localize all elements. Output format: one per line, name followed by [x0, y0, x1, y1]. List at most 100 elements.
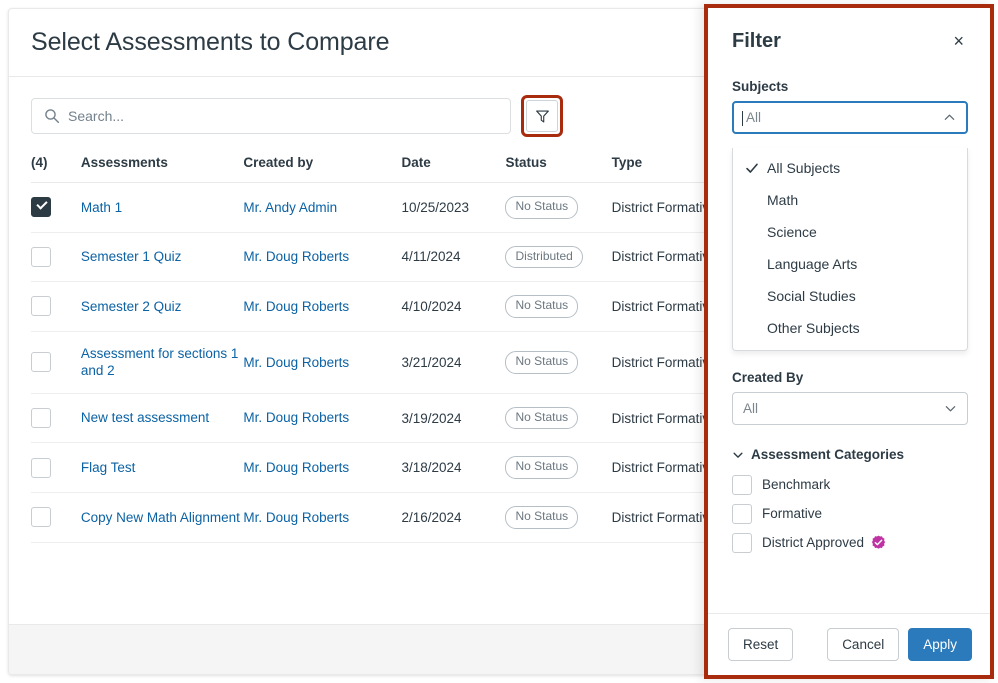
row-checkbox[interactable]	[31, 296, 51, 317]
category-checkbox[interactable]	[732, 532, 752, 553]
category-label: District Approved	[762, 535, 865, 550]
subjects-combobox[interactable]: All	[732, 101, 968, 134]
row-checkbox[interactable]	[31, 246, 51, 267]
assessment-name-cell: Semester 1 Quiz	[80, 232, 244, 283]
subjects-option-label: Math	[767, 192, 799, 208]
subjects-option-label: All Subjects	[767, 160, 841, 176]
district-approved-icon	[871, 535, 886, 550]
row-checkbox-cell	[31, 442, 81, 494]
subjects-option-label: Social Studies	[767, 288, 856, 304]
subjects-option[interactable]: Language Arts	[733, 248, 967, 280]
status-badge: No Status	[505, 196, 579, 219]
chevron-down-icon	[732, 449, 744, 461]
screen: Select Assessments to Compare Search... …	[0, 0, 998, 683]
status-badge: No Status	[505, 295, 579, 318]
column-header-date[interactable]: Date	[401, 151, 506, 183]
column-header-count: (4)	[31, 151, 81, 183]
filter-button[interactable]	[526, 100, 558, 132]
assessment-categories-group: Assessment Categories Benchmark Formative…	[732, 447, 968, 557]
filter-panel-body: Subjects All All Subjects Math Science Lang…	[708, 53, 990, 613]
row-checkbox-cell	[31, 232, 81, 283]
assessment-name-link[interactable]: Copy New Math Alignment	[81, 509, 240, 527]
close-icon[interactable]: ×	[949, 30, 968, 52]
column-header-status[interactable]: Status	[505, 151, 612, 183]
assessment-categories-list: Benchmark Formative District Approved	[732, 470, 968, 557]
category-label: Formative	[762, 506, 823, 521]
footer-actions: Cancel Apply	[827, 628, 972, 661]
created-by-label: Created By	[732, 370, 804, 385]
status-badge: Distributed	[505, 245, 583, 269]
assessment-name-cell: Math 1	[80, 182, 244, 233]
created-by-cell: Mr. Doug Roberts	[243, 442, 402, 494]
assessment-name-cell: Flag Test	[80, 442, 244, 494]
subjects-label: Subjects	[732, 79, 789, 94]
cancel-button[interactable]: Cancel	[827, 628, 900, 661]
date-cell: 3/21/2024	[401, 331, 506, 394]
filter-panel-header: Filter ×	[708, 8, 990, 53]
assessment-name-link[interactable]: Flag Test	[81, 459, 136, 477]
created-by-combobox[interactable]: All	[732, 392, 968, 425]
status-cell: No Status	[505, 331, 612, 394]
created-by-cell: Mr. Doug Roberts	[243, 232, 402, 283]
category-checkbox[interactable]	[732, 474, 752, 495]
created-by-link[interactable]: Mr. Doug Roberts	[243, 248, 349, 266]
row-checkbox-cell	[31, 182, 81, 233]
row-checkbox-cell	[31, 492, 81, 543]
status-cell: Distributed	[505, 232, 612, 283]
subjects-field: Subjects All	[732, 79, 968, 134]
subjects-option-label: Science	[767, 224, 817, 240]
category-row[interactable]: Formative	[732, 499, 968, 528]
assessment-categories-toggle[interactable]: Assessment Categories	[732, 447, 968, 462]
status-cell: No Status	[505, 492, 612, 543]
assessment-name-link[interactable]: New test assessment	[81, 409, 209, 427]
category-checkbox[interactable]	[732, 503, 752, 524]
row-checkbox-cell	[31, 331, 81, 394]
chevron-up-icon	[943, 111, 956, 124]
subjects-option[interactable]: Social Studies	[733, 280, 967, 312]
assessment-name-link[interactable]: Math 1	[81, 199, 122, 217]
category-label: Benchmark	[762, 477, 831, 492]
search-input[interactable]	[68, 108, 510, 124]
column-header-assessments[interactable]: Assessments	[80, 151, 244, 183]
created-by-cell: Mr. Doug Roberts	[243, 492, 402, 543]
created-by-link[interactable]: Mr. Andy Admin	[243, 199, 337, 217]
check-icon	[745, 161, 759, 175]
assessment-name-link[interactable]: Semester 2 Quiz	[81, 298, 182, 316]
category-row[interactable]: Benchmark	[732, 470, 968, 499]
created-by-cell: Mr. Doug Roberts	[243, 393, 402, 444]
assessment-name-link[interactable]: Assessment for sections 1 and 2	[81, 345, 244, 380]
assessment-name-cell: Copy New Math Alignment	[80, 492, 244, 543]
row-checkbox-cell	[31, 281, 81, 332]
reset-button[interactable]: Reset	[728, 628, 794, 661]
filter-panel-footer: Reset Cancel Apply	[708, 613, 990, 675]
status-cell: No Status	[505, 442, 612, 494]
column-header-created-by[interactable]: Created by	[243, 151, 402, 183]
row-checkbox[interactable]	[31, 457, 51, 478]
subjects-option[interactable]: All Subjects	[733, 152, 967, 184]
search-box[interactable]	[31, 98, 511, 134]
created-by-value: All	[743, 401, 759, 416]
page-title: Select Assessments to Compare	[31, 28, 390, 56]
subjects-option[interactable]: Math	[733, 184, 967, 216]
status-cell: No Status	[505, 182, 612, 233]
subjects-option[interactable]: Other Subjects	[733, 312, 967, 344]
row-checkbox[interactable]	[31, 408, 51, 429]
row-checkbox[interactable]	[31, 197, 51, 218]
date-cell: 4/10/2024	[401, 281, 506, 332]
apply-button[interactable]: Apply	[908, 628, 972, 661]
status-badge: No Status	[505, 351, 579, 374]
created-by-link[interactable]: Mr. Doug Roberts	[243, 409, 349, 427]
row-checkbox[interactable]	[31, 352, 51, 373]
created-by-link[interactable]: Mr. Doug Roberts	[243, 298, 349, 316]
subjects-listbox: All Subjects Math Science Language Arts Soci…	[732, 148, 968, 351]
row-checkbox[interactable]	[31, 507, 51, 528]
created-by-link[interactable]: Mr. Doug Roberts	[243, 354, 349, 372]
created-by-link[interactable]: Mr. Doug Roberts	[243, 459, 349, 477]
subjects-option[interactable]: Science	[733, 216, 967, 248]
funnel-icon	[535, 109, 550, 124]
created-by-link[interactable]: Mr. Doug Roberts	[243, 509, 349, 527]
assessment-name-link[interactable]: Semester 1 Quiz	[81, 248, 182, 266]
created-by-cell: Mr. Doug Roberts	[243, 281, 402, 332]
category-row[interactable]: District Approved	[732, 528, 968, 557]
assessment-categories-label: Assessment Categories	[751, 447, 905, 462]
